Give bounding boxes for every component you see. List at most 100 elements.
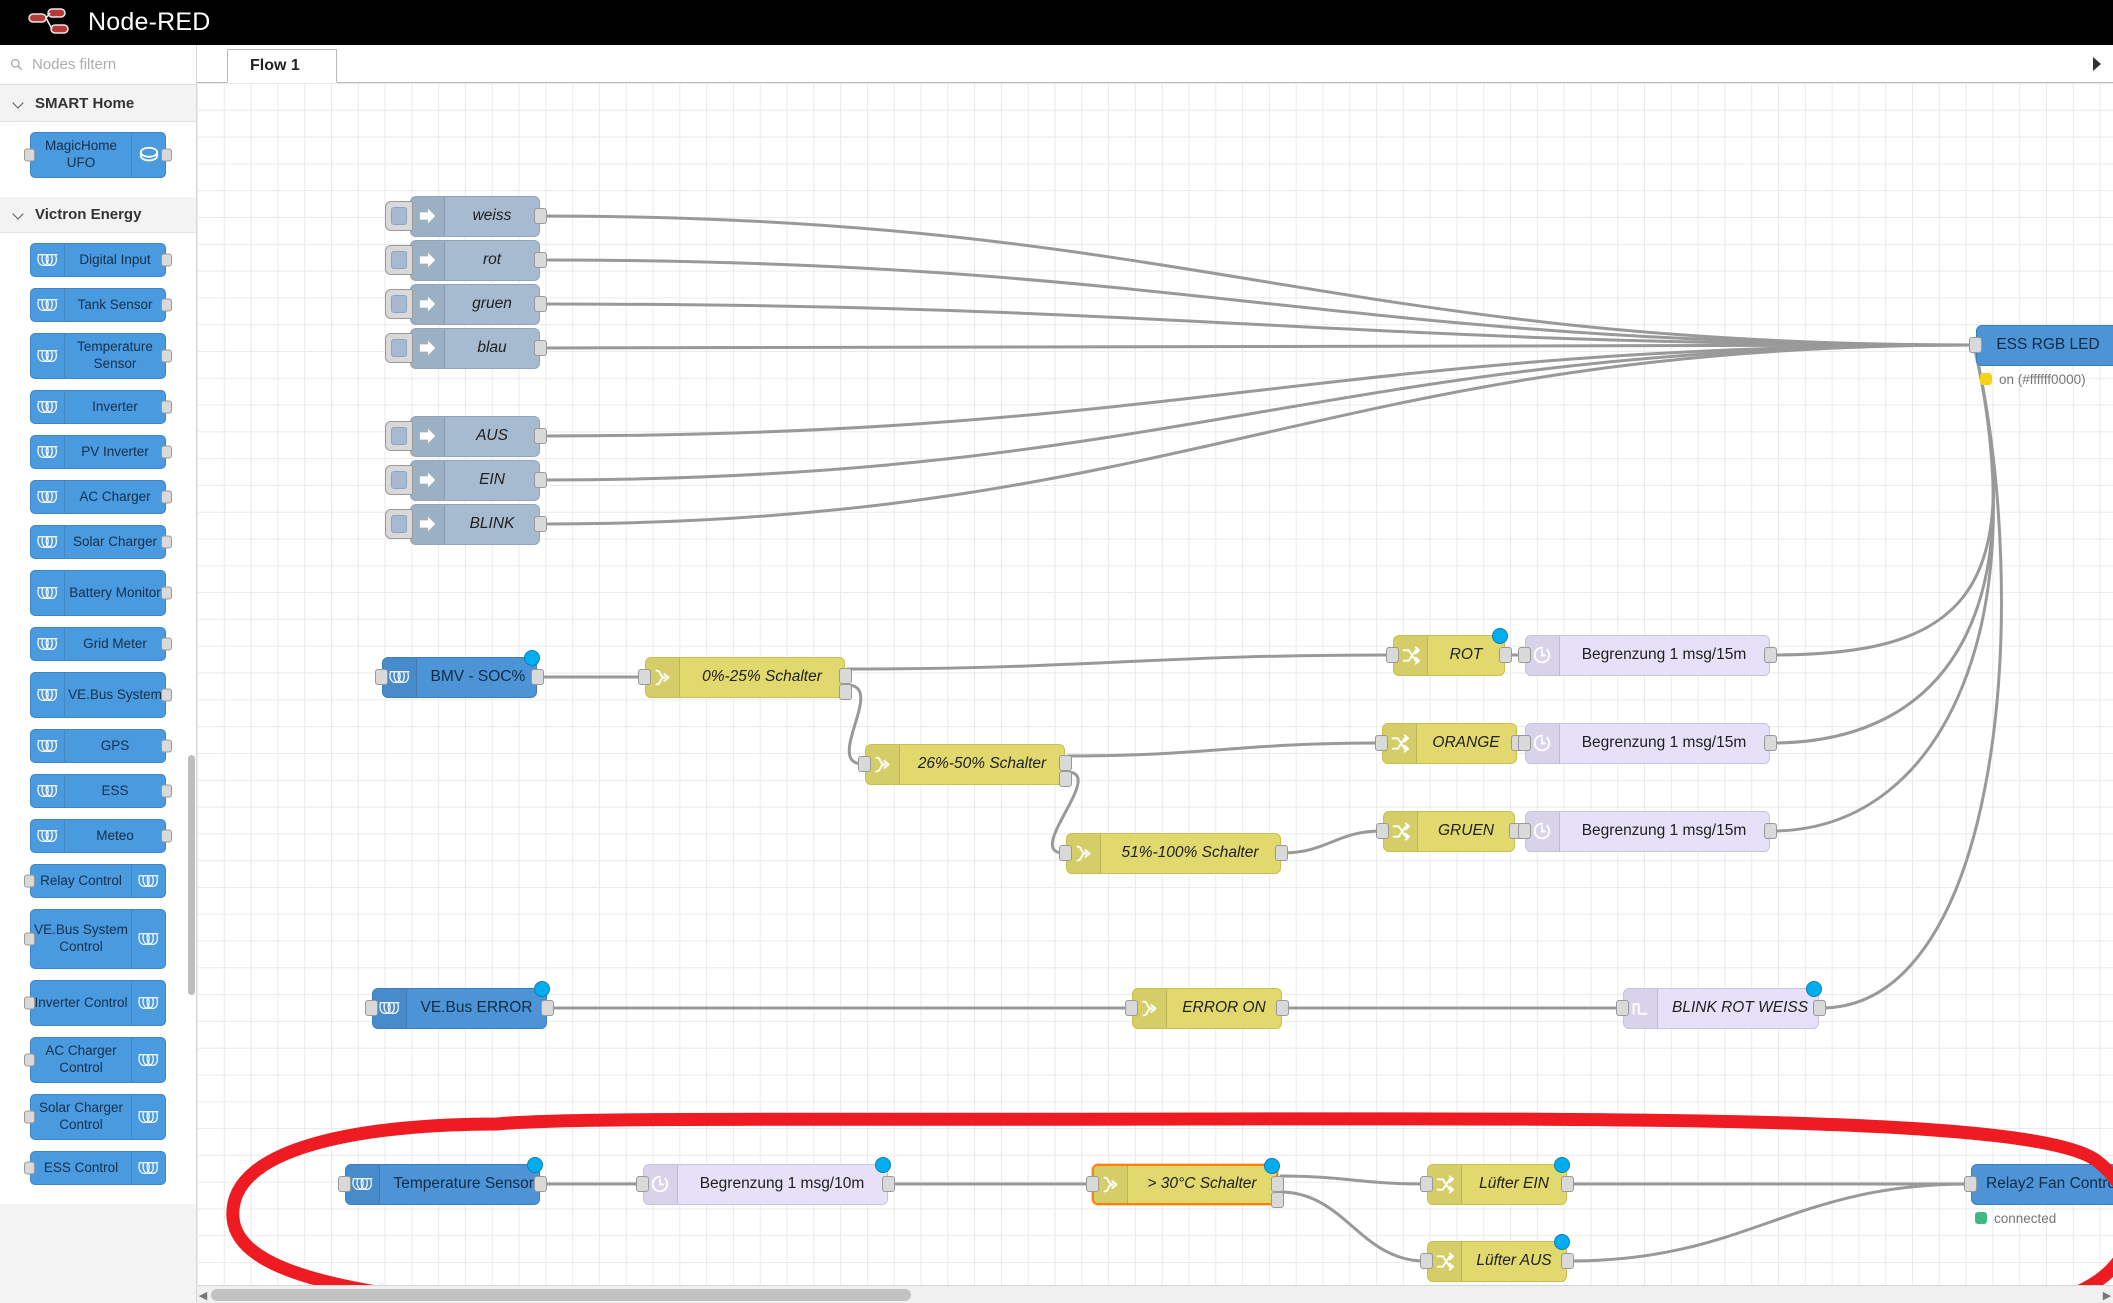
flow-node-ve-bus-error[interactable]: VE.Bus ERROR bbox=[364, 980, 554, 1029]
palette-node-ac-charger[interactable]: AC Charger bbox=[30, 480, 172, 514]
flow-wire[interactable] bbox=[1568, 1182, 1970, 1263]
flow-node-bmv-soc-[interactable]: BMV - SOC% bbox=[374, 649, 544, 698]
flow-node-51-100-schalter[interactable]: 51%-100% Schalter bbox=[1058, 832, 1288, 874]
node-input-port[interactable] bbox=[1517, 823, 1531, 839]
flow-wire[interactable] bbox=[541, 343, 1975, 438]
flow-node--30-c-schalter[interactable]: > 30°C Schalter bbox=[1086, 1157, 1284, 1208]
node-output-port[interactable] bbox=[161, 637, 172, 651]
palette-node-gps[interactable]: GPS bbox=[30, 729, 172, 763]
node-output-port[interactable] bbox=[161, 253, 172, 267]
node-input-port[interactable] bbox=[364, 1000, 378, 1016]
palette-category-victron-energy[interactable]: Victron Energy bbox=[0, 197, 196, 233]
flow-node-0-25-schalter[interactable]: 0%-25% Schalter bbox=[638, 656, 852, 700]
palette-node-solar-charger-control[interactable]: Solar Charger Control bbox=[24, 1094, 166, 1140]
palette-node-ess[interactable]: ESS bbox=[30, 774, 172, 808]
node-input-port[interactable] bbox=[1086, 1176, 1099, 1192]
inject-trigger-button[interactable] bbox=[385, 289, 413, 319]
scroll-right-arrow-icon[interactable]: ▶ bbox=[2101, 1289, 2113, 1302]
node-input-port[interactable] bbox=[24, 1161, 35, 1175]
node-output-port[interactable] bbox=[161, 739, 172, 753]
node-output-port[interactable] bbox=[1561, 1253, 1574, 1269]
flow-node-relay2-fan-control[interactable]: Relay2 Fan Control bbox=[1964, 1163, 2113, 1205]
node-input-port[interactable] bbox=[24, 1053, 35, 1067]
flow-wire[interactable] bbox=[1279, 1190, 1426, 1263]
chevron-right-icon[interactable] bbox=[2089, 55, 2105, 73]
palette-scroll-region[interactable]: SMART Home MagicHome UFO Victron Energy D… bbox=[0, 86, 196, 1303]
flow-wire[interactable] bbox=[1820, 344, 2003, 1010]
flow-node-begrenzung-1-msg-15m[interactable]: Begrenzung 1 msg/15m bbox=[1517, 634, 1777, 676]
node-input-port[interactable] bbox=[858, 756, 871, 772]
palette-node-inverter-control[interactable]: Inverter Control bbox=[24, 980, 166, 1026]
node-output-port[interactable] bbox=[540, 1000, 554, 1016]
node-input-port[interactable] bbox=[1616, 1000, 1629, 1016]
node-output-port[interactable] bbox=[1274, 845, 1288, 861]
horizontal-scroll-thumb[interactable] bbox=[211, 1289, 911, 1301]
flow-wire[interactable] bbox=[1771, 344, 1995, 745]
flow-node-rot[interactable]: rot bbox=[385, 239, 547, 281]
inject-trigger-button[interactable] bbox=[385, 245, 413, 275]
flow-node-blau[interactable]: blau bbox=[385, 327, 547, 369]
node-output-port[interactable] bbox=[1499, 647, 1512, 663]
node-output-port[interactable] bbox=[161, 490, 172, 504]
palette-node-relay-control[interactable]: Relay Control bbox=[24, 864, 166, 898]
node-input-port[interactable] bbox=[638, 669, 651, 685]
node-output-port[interactable] bbox=[1561, 1176, 1574, 1192]
node-input-port[interactable] bbox=[24, 148, 35, 162]
flow-node-26-50-schalter[interactable]: 26%-50% Schalter bbox=[858, 743, 1072, 787]
palette-node-ve-bus-system[interactable]: VE.Bus System bbox=[30, 672, 172, 718]
node-output-port[interactable] bbox=[534, 472, 547, 488]
node-input-port[interactable] bbox=[337, 1176, 351, 1192]
flow-node-weiss[interactable]: weiss bbox=[385, 195, 547, 237]
node-input-port[interactable] bbox=[1964, 1176, 1977, 1192]
node-output-port[interactable] bbox=[161, 349, 172, 363]
node-output-port[interactable] bbox=[161, 784, 172, 798]
node-input-port[interactable] bbox=[1969, 337, 1982, 353]
node-output-port[interactable] bbox=[534, 428, 547, 444]
node-output-port[interactable] bbox=[161, 829, 172, 843]
search-input[interactable] bbox=[30, 55, 180, 74]
node-input-port[interactable] bbox=[24, 932, 35, 946]
palette-node-solar-charger[interactable]: Solar Charger bbox=[30, 525, 172, 559]
flow-wire[interactable] bbox=[1771, 344, 1995, 833]
node-input-port[interactable] bbox=[1517, 647, 1531, 663]
palette-node-battery-monitor[interactable]: Battery Monitor bbox=[30, 570, 172, 616]
palette-node-tank-sensor[interactable]: Tank Sensor bbox=[30, 288, 172, 322]
palette-node-grid-meter[interactable]: Grid Meter bbox=[30, 627, 172, 661]
flow-wire[interactable] bbox=[541, 343, 1975, 526]
node-output-port[interactable] bbox=[1763, 647, 1777, 663]
flow-node-gruen[interactable]: gruen bbox=[385, 283, 547, 325]
flow-node-temperature-sensor[interactable]: Temperature Sensor bbox=[337, 1156, 547, 1205]
node-output-port-2[interactable] bbox=[839, 683, 852, 700]
node-output-port[interactable] bbox=[881, 1176, 895, 1192]
flow-node-begrenzung-1-msg-15m[interactable]: Begrenzung 1 msg/15m bbox=[1517, 722, 1777, 764]
horizontal-scrollbar[interactable]: ◀ ▶ bbox=[197, 1285, 2113, 1303]
inject-trigger-button[interactable] bbox=[385, 201, 413, 231]
flow-wire[interactable] bbox=[1279, 1174, 1426, 1186]
flow-wire[interactable] bbox=[1066, 741, 1380, 758]
flow-node-l-fter-ein[interactable]: Lüfter EIN bbox=[1420, 1156, 1574, 1205]
palette-node-ess-control[interactable]: ESS Control bbox=[24, 1151, 166, 1185]
flow-node-l-fter-aus[interactable]: Lüfter AUS bbox=[1420, 1233, 1574, 1282]
flow-node-gruen[interactable]: GRUEN bbox=[1376, 810, 1522, 852]
flow-wire[interactable] bbox=[1282, 829, 1382, 855]
node-output-port[interactable] bbox=[1763, 823, 1777, 839]
inject-trigger-button[interactable] bbox=[385, 465, 413, 495]
inject-trigger-button[interactable] bbox=[385, 333, 413, 363]
node-output-port[interactable] bbox=[533, 1176, 547, 1192]
node-output-port-1[interactable] bbox=[1059, 754, 1072, 771]
node-output-port[interactable] bbox=[534, 252, 547, 268]
flow-wire[interactable] bbox=[541, 343, 1975, 482]
palette-node-magichome-ufo[interactable]: MagicHome UFO bbox=[24, 132, 172, 178]
palette-node-pv-inverter[interactable]: PV Inverter bbox=[30, 435, 172, 469]
flow-node-blink-rot-weiss[interactable]: BLINK ROT WEISS bbox=[1616, 980, 1826, 1029]
flow-node-begrenzung-1-msg-15m[interactable]: Begrenzung 1 msg/15m bbox=[1517, 810, 1777, 852]
node-output-port[interactable] bbox=[161, 688, 172, 702]
palette-node-temperature-sensor[interactable]: Temperature Sensor bbox=[30, 333, 172, 379]
node-output-port[interactable] bbox=[161, 586, 172, 600]
node-output-port[interactable] bbox=[530, 669, 544, 685]
flow-node-error-on[interactable]: ERROR ON bbox=[1125, 987, 1289, 1029]
flow-node-aus[interactable]: AUS bbox=[385, 415, 547, 457]
node-output-port-1[interactable] bbox=[839, 667, 852, 684]
node-output-port[interactable] bbox=[161, 148, 172, 162]
node-output-port[interactable] bbox=[161, 400, 172, 414]
